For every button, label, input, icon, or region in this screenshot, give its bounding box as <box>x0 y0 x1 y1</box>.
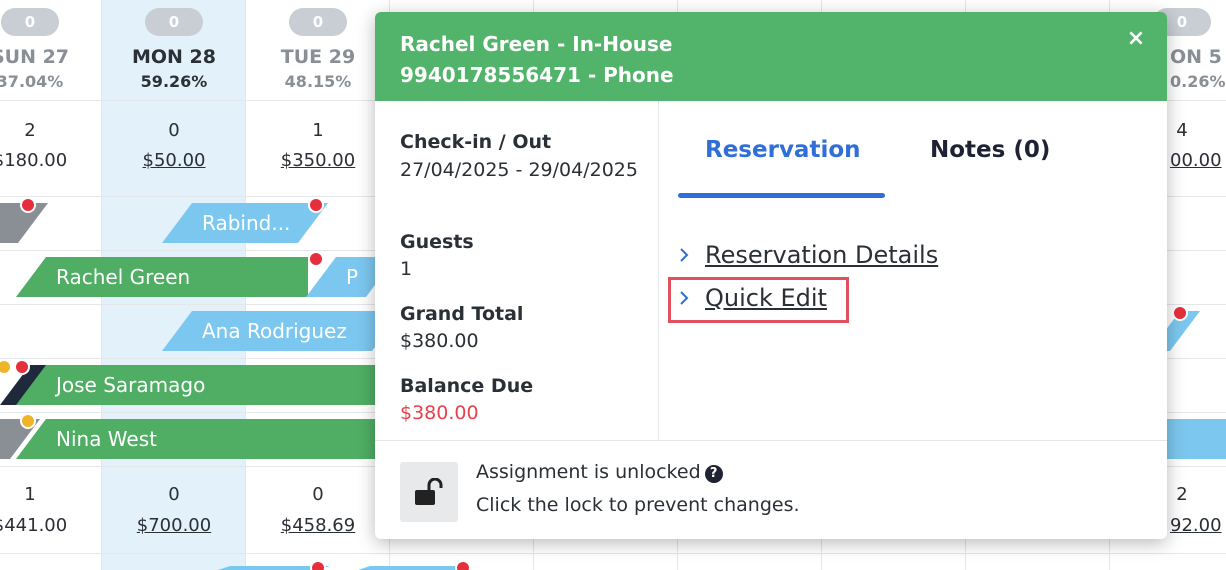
booking-bar-jose-saramago[interactable]: Jose Saramago <box>16 365 416 405</box>
alert-dot <box>20 197 36 213</box>
lock-status: Assignment is unlocked? <box>476 461 723 483</box>
reservation-details-link[interactable]: Reservation Details <box>678 240 978 276</box>
day-revenue: $441.00 <box>0 515 68 536</box>
day-revenue-link[interactable]: $700.00 <box>102 515 246 536</box>
balance-due-value: $380.00 <box>400 402 479 424</box>
alert-dot <box>1172 305 1188 321</box>
lock-status-text: Assignment is unlocked <box>476 461 701 483</box>
alert-dot <box>308 251 324 267</box>
checkin-label: Check-in / Out <box>400 131 552 153</box>
day-revenue-link[interactable]: $50.00 <box>102 150 246 171</box>
day-revenue: $180.00 <box>0 150 68 171</box>
day-badge: 0 <box>289 8 347 36</box>
day-name: SUN 27 <box>0 46 70 68</box>
lock-button[interactable] <box>400 462 458 522</box>
grand-total-value: $380.00 <box>400 330 479 352</box>
day-occupancy: 48.15% <box>284 72 352 91</box>
booking-bar-nina-west[interactable]: Nina West <box>16 419 416 459</box>
day-occupancy: 59.26% <box>140 72 208 91</box>
grand-total-label: Grand Total <box>400 303 524 325</box>
alert-dot <box>308 197 324 213</box>
quick-edit-link[interactable]: Quick Edit <box>678 283 848 319</box>
popup-tabs-area: Reservation Notes (0) Reservation Detail… <box>660 101 1167 440</box>
chevron-right-icon <box>678 246 690 269</box>
booking-bar-rachel-green[interactable]: Rachel Green <box>16 257 308 297</box>
day-name: MON 28 <box>131 46 216 68</box>
alert-dot <box>14 359 30 375</box>
close-icon[interactable]: × <box>1123 26 1149 52</box>
alert-dot <box>310 560 326 570</box>
day-revenue-link[interactable]: $458.69 <box>246 515 390 536</box>
popup-title: Rachel Green - In-House <box>400 32 673 56</box>
reservation-popup: Rachel Green - In-House 9940178556471 - … <box>375 12 1167 539</box>
lock-hint: Click the lock to prevent changes. <box>476 494 800 516</box>
day-header: 0 TUE 29 48.15% <box>246 0 390 100</box>
reservation-details-label[interactable]: Reservation Details <box>705 241 938 269</box>
day-revenue-link[interactable]: $350.00 <box>246 150 390 171</box>
guests-value: 1 <box>400 258 413 280</box>
chevron-right-icon <box>678 289 690 312</box>
day-badge: 0 <box>145 8 203 36</box>
guests-label: Guests <box>400 231 474 253</box>
day-occupancy: 37.04% <box>0 72 64 91</box>
day-count: 1 <box>312 120 324 141</box>
balance-due-label: Balance Due <box>400 375 534 397</box>
active-tab-indicator <box>678 193 885 198</box>
day-count: 1 <box>24 484 36 505</box>
unlock-icon <box>414 477 446 510</box>
day-count: 0 <box>168 120 180 141</box>
popup-subtitle: 9940178556471 - Phone <box>400 63 674 87</box>
day-count: 0 <box>312 484 324 505</box>
day-revenue-link[interactable]: 00.00 <box>1170 150 1226 171</box>
day-header: 0 MON 28 59.26% <box>102 0 246 100</box>
reservation-info: Check-in / Out 27/04/2025 - 29/04/2025 G… <box>375 101 659 440</box>
day-occupancy: 0.26% <box>1170 72 1226 91</box>
day-count: 0 <box>168 484 180 505</box>
popup-footer: Assignment is unlocked? Click the lock t… <box>375 440 1167 539</box>
day-name: ON 5 <box>1170 46 1222 68</box>
help-icon[interactable]: ? <box>704 465 723 483</box>
alert-dot <box>455 560 471 570</box>
quick-edit-label[interactable]: Quick Edit <box>705 284 827 312</box>
popup-header: Rachel Green - In-House 9940178556471 - … <box>375 12 1167 101</box>
tab-reservation[interactable]: Reservation <box>705 137 861 163</box>
day-header: 0 SUN 27 37.04% <box>0 0 102 100</box>
checkin-value: 27/04/2025 - 29/04/2025 <box>400 159 638 181</box>
day-revenue-link[interactable]: 92.00 <box>1170 515 1226 536</box>
alert-dot <box>20 413 36 429</box>
tab-notes[interactable]: Notes (0) <box>930 137 1050 163</box>
grid-line <box>0 553 1226 554</box>
day-count: 2 <box>24 120 36 141</box>
booking-bar-ana-rodriguez[interactable]: Ana Rodriguez <box>162 311 402 351</box>
day-name: TUE 29 <box>280 46 356 68</box>
day-badge: 0 <box>1 8 59 36</box>
